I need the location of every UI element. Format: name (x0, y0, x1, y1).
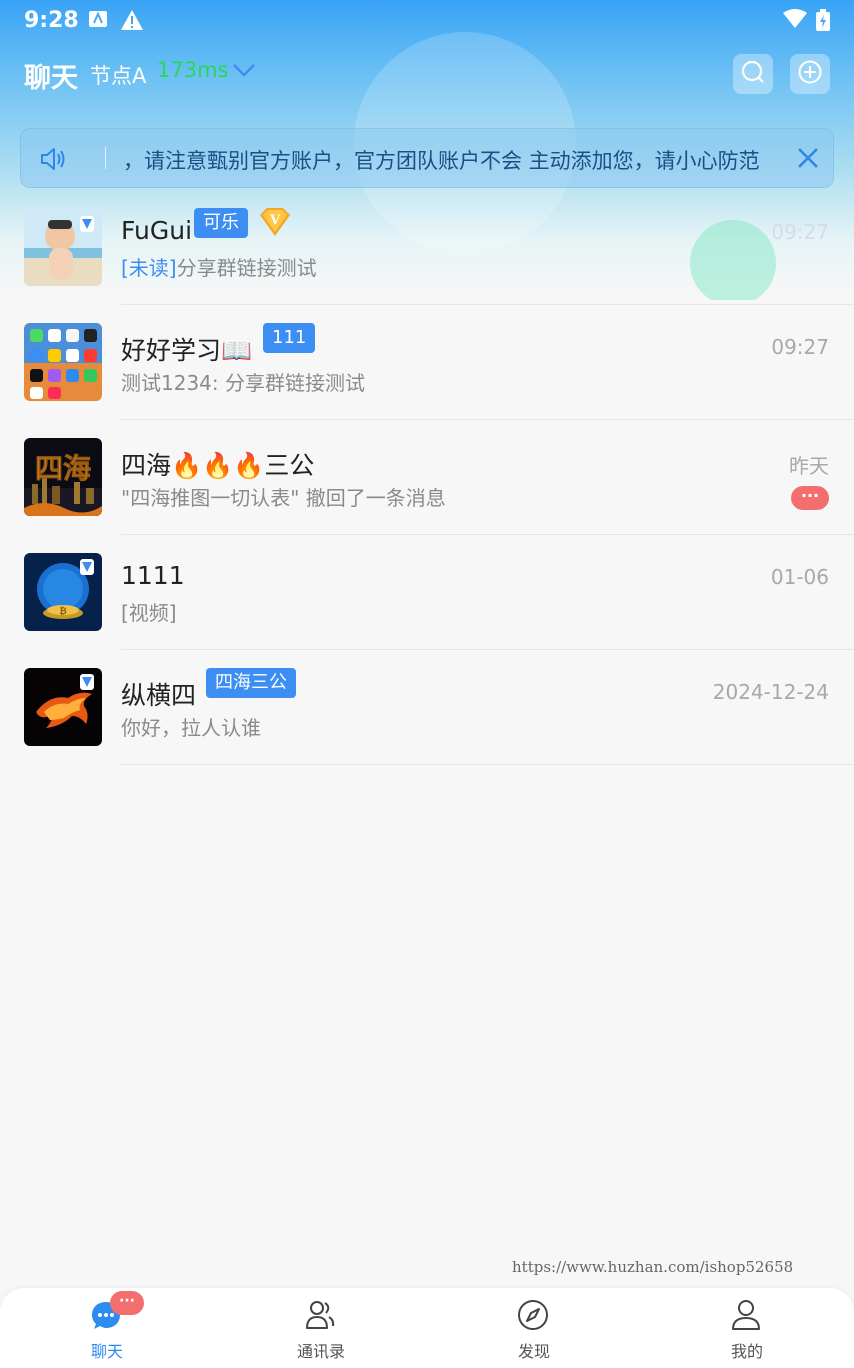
chat-preview: [未读]分享群链接测试 (121, 252, 317, 281)
chat-preview: 测试1234: 分享群链接测试 (121, 371, 365, 395)
chat-preview: "四海推图一切认表" 撤回了一条消息 (121, 486, 446, 510)
chat-name: 四海🔥🔥🔥三公 (121, 451, 315, 480)
chat-name: FuGui (121, 216, 193, 245)
chat-preview-text: 分享群链接测试 (176, 256, 317, 280)
search-icon (740, 59, 766, 89)
avatar (24, 323, 102, 401)
avatar: ₿ (24, 553, 102, 631)
tab-contacts[interactable]: 通讯录 (261, 1288, 381, 1368)
status-time: 9:28 (24, 8, 79, 33)
tab-chat[interactable]: ··· 聊天 (47, 1288, 167, 1368)
chevron-down-icon[interactable] (232, 62, 256, 82)
chat-header: 聊天 节点A 173ms (0, 52, 854, 96)
chat-time: 01-06 (770, 565, 829, 589)
keyboard-icon (88, 9, 108, 35)
chat-name: 好好学习📖 (121, 336, 253, 365)
chat-time: 09:27 (771, 220, 829, 244)
chat-row-1111[interactable]: ₿ 1111 [视频] 01-06 (0, 535, 854, 650)
chat-preview: 你好，拉人认谁 (121, 716, 261, 740)
avatar (24, 668, 102, 746)
tab-discover[interactable]: 发现 (474, 1288, 594, 1368)
user-icon (729, 1298, 763, 1336)
chat-tag: 四海三公 (206, 668, 296, 698)
chat-time: 昨天 (789, 454, 829, 478)
notice-divider (105, 147, 106, 169)
tab-label: 聊天 (90, 1342, 123, 1361)
contacts-icon (303, 1298, 337, 1336)
avatar (24, 208, 102, 286)
chat-row-zongheng[interactable]: 纵横四 四海三公 你好，拉人认谁 2024-12-24 (0, 650, 854, 765)
svg-text:四海: 四海 (35, 452, 91, 485)
add-button[interactable] (790, 54, 830, 94)
speaker-icon (39, 146, 67, 176)
compass-icon (516, 1298, 550, 1336)
chat-list: FuGui 可乐 V [未读]分享群链接测试 09:27 好好学习📖 111 测… (0, 190, 854, 765)
tab-label: 我的 (730, 1342, 763, 1361)
avatar: 四海 (24, 438, 102, 516)
page-title: 聊天 (24, 63, 78, 94)
battery-icon (816, 9, 830, 37)
tab-label: 通讯录 (296, 1342, 345, 1361)
watermark-text: https://www.huzhan.com/ishop52658 (512, 1258, 794, 1276)
vip-badge-icon: V (258, 206, 292, 242)
plus-circle-icon (797, 59, 823, 89)
chat-row-fugui[interactable]: FuGui 可乐 V [未读]分享群链接测试 09:27 (0, 190, 854, 305)
unread-label: [未读] (121, 256, 177, 280)
node-selector-label[interactable]: 节点A (90, 60, 146, 90)
latency-indicator: 173ms (157, 58, 229, 82)
chat-tag: 111 (263, 323, 316, 353)
chat-time: 2024-12-24 (712, 680, 829, 704)
notice-text: ，请注意甄别官方账户，官方团队账户不会 主动添加您，请小心防范 (123, 149, 760, 173)
chat-row-study[interactable]: 好好学习📖 111 测试1234: 分享群链接测试 09:27 (0, 305, 854, 420)
chat-name: 纵横四 (121, 681, 197, 710)
bottom-tab-bar: ··· 聊天 通讯录 发现 我的 (0, 1288, 854, 1368)
status-bar: 9:28 (0, 0, 854, 40)
tab-me[interactable]: 我的 (687, 1288, 807, 1368)
row-divider (121, 764, 854, 765)
tab-label: 发现 (517, 1342, 550, 1361)
chat-row-sihai[interactable]: 四海 四海🔥🔥🔥三公 "四海推图一切认表" 撤回了一条消息 昨天 ··· (0, 420, 854, 535)
notice-banner: ，请注意甄别官方账户，官方团队账户不会 主动添加您，请小心防范 (20, 128, 834, 188)
tab-unread-badge: ··· (110, 1291, 144, 1315)
chat-name: 1111 (121, 561, 185, 590)
unread-badge: ··· (791, 486, 829, 510)
chat-time: 09:27 (771, 335, 829, 359)
svg-text:₿: ₿ (59, 606, 66, 617)
close-icon[interactable] (795, 145, 821, 175)
search-button[interactable] (733, 54, 773, 94)
chat-preview: [视频] (121, 601, 177, 625)
wifi-icon (782, 9, 808, 35)
warning-icon (120, 9, 144, 37)
svg-text:V: V (269, 213, 281, 228)
chat-tag: 可乐 (194, 208, 248, 238)
